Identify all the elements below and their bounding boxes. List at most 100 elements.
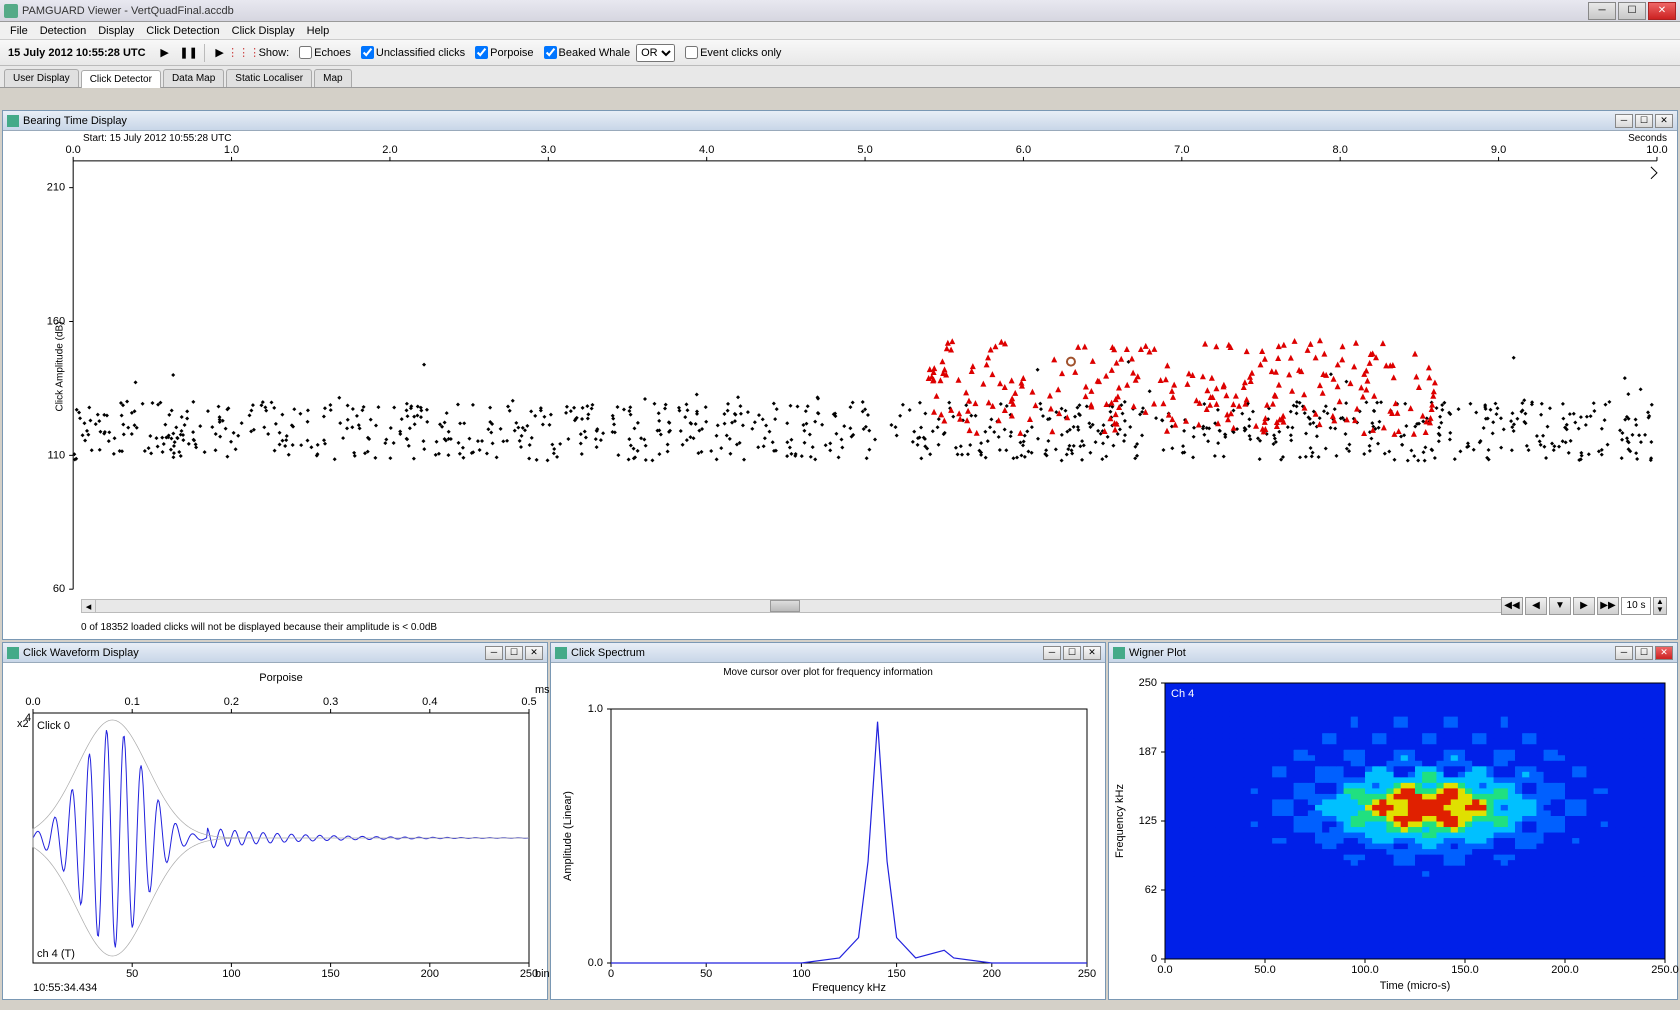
svg-text:0.4: 0.4 bbox=[422, 696, 437, 708]
svg-text:10.0: 10.0 bbox=[1646, 144, 1667, 156]
svg-text:250.0: 250.0 bbox=[1651, 964, 1679, 976]
tabs: User Display Click Detector Data Map Sta… bbox=[0, 66, 1680, 88]
beaked-checkbox[interactable]: Beaked Whale bbox=[544, 46, 631, 59]
svg-text:0: 0 bbox=[1151, 953, 1157, 965]
nav-menu[interactable]: ▼ bbox=[1549, 597, 1571, 615]
close-button[interactable]: ✕ bbox=[1648, 2, 1676, 20]
panel-close-button[interactable]: ✕ bbox=[1083, 646, 1101, 660]
svg-text:62: 62 bbox=[1145, 884, 1157, 896]
svg-text:210: 210 bbox=[47, 182, 65, 194]
timestamp: 15 July 2012 10:55:28 UTC bbox=[8, 47, 146, 59]
echoes-checkbox[interactable]: Echoes bbox=[299, 46, 351, 59]
svg-text:0.3: 0.3 bbox=[323, 696, 338, 708]
waveform-plot[interactable]: Porpoisems0.00.10.20.30.40.5x24Click 0ch… bbox=[3, 663, 549, 1001]
menu-display[interactable]: Display bbox=[92, 23, 140, 39]
panel-close-button[interactable]: ✕ bbox=[1655, 646, 1673, 660]
spectrum-title: Click Spectrum bbox=[571, 647, 645, 659]
svg-text:Click 0: Click 0 bbox=[37, 720, 70, 732]
unclassified-checkbox[interactable]: Unclassified clicks bbox=[361, 46, 465, 59]
svg-text:50: 50 bbox=[700, 968, 712, 980]
menu-click-display[interactable]: Click Display bbox=[226, 23, 301, 39]
panel-min-button[interactable]: ─ bbox=[1043, 646, 1061, 660]
svg-text:Amplitude (Linear): Amplitude (Linear) bbox=[562, 791, 574, 881]
svg-text:Frequency kHz: Frequency kHz bbox=[1114, 784, 1126, 858]
svg-text:125: 125 bbox=[1139, 815, 1157, 827]
waveform-title: Click Waveform Display bbox=[23, 647, 139, 659]
svg-text:0.0: 0.0 bbox=[1157, 964, 1172, 976]
nav-prev[interactable]: ◀ bbox=[1525, 597, 1547, 615]
panel-max-button[interactable]: ☐ bbox=[1635, 114, 1653, 128]
bearing-x-unit: Seconds bbox=[1628, 133, 1667, 144]
wigner-plot[interactable]: 062125187250Frequency kHzCh 40.050.0100.… bbox=[1109, 663, 1679, 1001]
svg-text:200: 200 bbox=[983, 968, 1001, 980]
nav-prev-fast[interactable]: ◀◀ bbox=[1501, 597, 1523, 615]
nav-next[interactable]: ▶ bbox=[1573, 597, 1595, 615]
bearing-plot[interactable]: 0.01.02.03.04.05.06.07.08.09.010.0601101… bbox=[3, 131, 1677, 639]
panel-min-button[interactable]: ─ bbox=[485, 646, 503, 660]
tab-map[interactable]: Map bbox=[314, 69, 351, 87]
svg-text:6.0: 6.0 bbox=[1016, 144, 1031, 156]
play2-button[interactable]: ▶ bbox=[211, 44, 229, 62]
menubar: File Detection Display Click Detection C… bbox=[0, 22, 1680, 40]
svg-text:1.0: 1.0 bbox=[588, 703, 603, 715]
minimize-button[interactable]: ─ bbox=[1588, 2, 1616, 20]
tab-click-detector[interactable]: Click Detector bbox=[81, 70, 161, 88]
grid-icon[interactable]: ⋮⋮⋮ bbox=[235, 44, 253, 62]
titlebar: PAMGUARD Viewer - VertQuadFinal.accdb ─ … bbox=[0, 0, 1680, 22]
wigner-title: Wigner Plot bbox=[1129, 647, 1186, 659]
svg-text:0.1: 0.1 bbox=[125, 696, 140, 708]
tab-user-display[interactable]: User Display bbox=[4, 69, 79, 87]
panel-min-button[interactable]: ─ bbox=[1615, 114, 1633, 128]
bearing-y-label: Click Amplitude (dB) bbox=[55, 321, 66, 411]
scrollbar-thumb[interactable] bbox=[770, 600, 800, 612]
tab-static-localiser[interactable]: Static Localiser bbox=[226, 69, 312, 87]
svg-text:7.0: 7.0 bbox=[1174, 144, 1189, 156]
porpoise-checkbox[interactable]: Porpoise bbox=[475, 46, 533, 59]
bearing-status: 0 of 18352 loaded clicks will not be dis… bbox=[81, 622, 437, 633]
panel-min-button[interactable]: ─ bbox=[1615, 646, 1633, 660]
panel-close-button[interactable]: ✕ bbox=[1655, 114, 1673, 128]
panel-close-button[interactable]: ✕ bbox=[525, 646, 543, 660]
svg-text:2.0: 2.0 bbox=[382, 144, 397, 156]
svg-text:3.0: 3.0 bbox=[541, 144, 556, 156]
panel-icon bbox=[7, 647, 19, 659]
svg-text:Ch 4: Ch 4 bbox=[1171, 688, 1194, 700]
panel-max-button[interactable]: ☐ bbox=[505, 646, 523, 660]
app-icon bbox=[4, 4, 18, 18]
spectrum-panel: Click Spectrum ─ ☐ ✕ Move cursor over pl… bbox=[550, 642, 1106, 1000]
svg-text:50.0: 50.0 bbox=[1254, 964, 1275, 976]
panel-icon bbox=[1113, 647, 1125, 659]
svg-text:187: 187 bbox=[1139, 746, 1157, 758]
svg-text:ch 4 (T): ch 4 (T) bbox=[37, 948, 75, 960]
play-button[interactable]: ▶ bbox=[156, 44, 174, 62]
tab-data-map[interactable]: Data Map bbox=[163, 69, 224, 87]
show-label: Show: bbox=[259, 47, 290, 59]
filter-select[interactable]: OR bbox=[636, 44, 675, 62]
svg-text:4: 4 bbox=[25, 712, 31, 724]
event-only-checkbox[interactable]: Event clicks only bbox=[685, 46, 781, 59]
svg-text:4.0: 4.0 bbox=[699, 144, 714, 156]
panel-max-button[interactable]: ☐ bbox=[1063, 646, 1081, 660]
menu-detection[interactable]: Detection bbox=[34, 23, 92, 39]
menu-file[interactable]: File bbox=[4, 23, 34, 39]
nav-duration[interactable]: 10 s bbox=[1621, 597, 1651, 615]
svg-text:9.0: 9.0 bbox=[1491, 144, 1506, 156]
toolbar: 15 July 2012 10:55:28 UTC ▶ ❚❚ ▶ ⋮⋮⋮ Sho… bbox=[0, 40, 1680, 66]
svg-text:0.5: 0.5 bbox=[521, 696, 536, 708]
menu-help[interactable]: Help bbox=[301, 23, 336, 39]
panel-max-button[interactable]: ☐ bbox=[1635, 646, 1653, 660]
menu-click-detection[interactable]: Click Detection bbox=[140, 23, 225, 39]
svg-text:5.0: 5.0 bbox=[857, 144, 872, 156]
panel-icon bbox=[555, 647, 567, 659]
bearing-scrollbar[interactable]: ◂ ▸ bbox=[81, 599, 1517, 613]
spectrum-hint: Move cursor over plot for frequency info… bbox=[723, 667, 933, 678]
spectrum-plot[interactable]: 0.01.0Amplitude (Linear)050100150200250F… bbox=[551, 663, 1107, 1001]
svg-text:200: 200 bbox=[421, 968, 439, 980]
maximize-button[interactable]: ☐ bbox=[1618, 2, 1646, 20]
pause-button[interactable]: ❚❚ bbox=[180, 44, 198, 62]
nav-next-fast[interactable]: ▶▶ bbox=[1597, 597, 1619, 615]
svg-text:100.0: 100.0 bbox=[1351, 964, 1379, 976]
svg-text:60: 60 bbox=[53, 583, 65, 595]
svg-text:200.0: 200.0 bbox=[1551, 964, 1579, 976]
nav-spinner[interactable]: ▲▼ bbox=[1653, 597, 1667, 615]
